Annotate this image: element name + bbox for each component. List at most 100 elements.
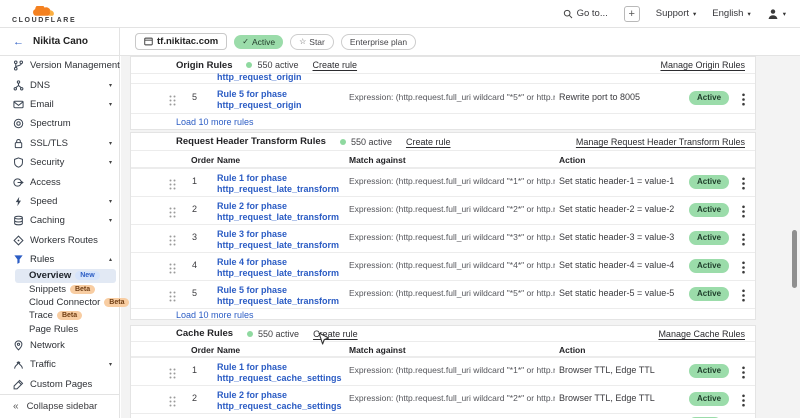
kebab-menu-icon[interactable] (739, 205, 748, 223)
top-navigation-bar: CLOUDFLARE Go to... + Support ▾ English … (0, 0, 800, 28)
sidebar-item-snippets[interactable]: Snippets Beta (15, 283, 116, 296)
back-arrow-icon[interactable]: ← (13, 36, 24, 48)
sidebar-item-version-management[interactable]: Version Management (0, 56, 119, 75)
sidebar-item-overview[interactable]: Overview New (15, 269, 116, 282)
kebab-menu-icon[interactable] (739, 93, 748, 111)
table-row: 1 Rule 1 for phase http_request_late_tra… (131, 168, 755, 196)
domain-name-box: tf.nikitac.com (135, 33, 227, 50)
origin-rules-section: Origin Rules 550 active Create rule Mana… (130, 56, 756, 130)
create-rule-link[interactable]: Create rule (313, 60, 358, 70)
section-title: Cache Rules (176, 328, 233, 339)
sidebar-item-rules[interactable]: Rules ▴ (0, 250, 119, 269)
rule-order: 5 (192, 288, 197, 298)
drag-handle-icon[interactable] (169, 233, 176, 251)
table-column-headers: Order Name Match against Action (131, 151, 755, 168)
section-title: Request Header Transform Rules (176, 136, 326, 147)
active-dot-icon (246, 62, 252, 68)
cloudflare-cloud-icon (32, 6, 56, 16)
email-icon (12, 98, 24, 110)
account-zone-bar: ← Nikita Cano tf.nikitac.com ✓ Active ☆ … (0, 28, 800, 56)
rule-name-link[interactable]: Rule 1 for phase http_request_late_trans… (217, 173, 347, 194)
manage-cache-rules-link[interactable]: Manage Cache Rules (658, 329, 745, 339)
sidebar-item-page-rules[interactable]: Page Rules (15, 322, 116, 335)
kebab-menu-icon[interactable] (739, 261, 748, 279)
create-rule-link[interactable]: Create rule (406, 137, 451, 147)
drag-handle-icon[interactable] (169, 93, 176, 111)
sidebar-item-spectrum[interactable]: Spectrum (0, 114, 119, 133)
rule-expression: Expression: (http.request.full_uri wildc… (349, 260, 555, 270)
sidebar-item-custom-pages[interactable]: Custom Pages (0, 375, 119, 394)
sidebar-item-dns[interactable]: DNS ▾ (0, 75, 119, 94)
user-icon (767, 8, 779, 20)
mouse-cursor (318, 332, 329, 351)
plan-badge: Enterprise plan (341, 34, 416, 50)
chevron-down-icon: ▾ (109, 361, 112, 368)
vertical-scrollbar-thumb[interactable] (792, 230, 797, 288)
status-badge: Active (689, 392, 729, 406)
goto-search[interactable]: Go to... (563, 8, 608, 19)
star-button[interactable]: ☆ Star (290, 34, 334, 50)
sidebar-item-workers-routes[interactable]: Workers Routes (0, 231, 119, 250)
active-count: 550 active (257, 60, 298, 70)
language-menu[interactable]: English ▾ (712, 8, 750, 19)
drag-handle-icon[interactable] (169, 366, 176, 384)
collapse-icon: « (13, 401, 19, 412)
drag-handle-icon[interactable] (169, 394, 176, 412)
sidebar-item-network[interactable]: Network (0, 336, 119, 355)
rule-name-link[interactable]: Rule 3 for phase http_request_late_trans… (217, 229, 347, 250)
sidebar-navigation: Version Management DNS ▾ Email ▾ Spectru… (0, 56, 120, 418)
support-menu[interactable]: Support ▾ (656, 8, 697, 19)
rule-name-link[interactable]: Rule 2 for phase http_request_cache_sett… (217, 390, 347, 411)
add-site-button[interactable]: + (624, 6, 640, 22)
request-header-transform-rules-section: Request Header Transform Rules 550 activ… (130, 132, 756, 320)
drag-handle-icon[interactable] (169, 261, 176, 279)
account-header: ← Nikita Cano (0, 28, 120, 55)
sidebar-item-ssl-tls[interactable]: SSL/TLS ▾ (0, 134, 119, 153)
chevron-down-icon: ▾ (747, 10, 750, 18)
rule-order: 4 (192, 260, 197, 270)
table-row: 3 Rule 3 for phase http_request_late_tra… (131, 224, 755, 252)
rule-name-link[interactable]: Rule 2 for phase http_request_late_trans… (217, 201, 347, 222)
funnel-icon (12, 254, 24, 266)
load-more-rules-link[interactable]: Load 10 more rules (131, 308, 755, 321)
sidebar-item-access[interactable]: Access (0, 172, 119, 191)
sidebar-item-security[interactable]: Security ▾ (0, 153, 119, 172)
sidebar-item-email[interactable]: Email ▾ (0, 95, 119, 114)
kebab-menu-icon[interactable] (739, 177, 748, 195)
cloudflare-logo[interactable]: CLOUDFLARE (12, 6, 76, 24)
drag-handle-icon[interactable] (169, 177, 176, 195)
sidebar-item-caching[interactable]: Caching ▾ (0, 211, 119, 230)
rule-name-link[interactable]: Rule 1 for phase http_request_cache_sett… (217, 362, 347, 383)
status-badge: Active (689, 364, 729, 378)
sidebar-item-traffic[interactable]: Traffic ▾ (0, 355, 119, 374)
kebab-menu-icon[interactable] (739, 394, 748, 412)
active-dot-icon (247, 331, 253, 337)
drag-handle-icon[interactable] (169, 289, 176, 307)
kebab-menu-icon[interactable] (739, 366, 748, 384)
sidebar-item-trace[interactable]: Trace Beta (15, 309, 116, 322)
chevron-down-icon: ▾ (783, 10, 786, 18)
sidebar-item-speed[interactable]: Speed ▾ (0, 192, 119, 211)
cache-rules-header: Cache Rules 550 active Create rule Manag… (131, 326, 755, 342)
rule-order: 1 (192, 176, 197, 186)
drag-handle-icon[interactable] (169, 205, 176, 223)
rule-name-link[interactable]: Rule 5 for phase http_request_origin (217, 89, 347, 110)
user-account-menu[interactable]: ▾ (767, 8, 786, 20)
load-more-rules-link[interactable]: Load 10 more rules (131, 113, 755, 130)
collapse-sidebar-button[interactable]: « Collapse sidebar (0, 394, 119, 418)
sidebar-item-cloud-connector[interactable]: Cloud Connector Beta (15, 296, 116, 309)
status-badge: Active (689, 259, 729, 273)
rule-name-link[interactable]: http_request_origin (217, 73, 302, 82)
support-label: Support (656, 8, 689, 19)
table-row-partial (131, 413, 755, 418)
kebab-menu-icon[interactable] (739, 233, 748, 251)
manage-transform-rules-link[interactable]: Manage Request Header Transform Rules (576, 137, 745, 147)
table-row-partial: http_request_origin (131, 74, 755, 83)
manage-origin-rules-link[interactable]: Manage Origin Rules (660, 60, 745, 70)
rule-expression: Expression: (http.request.full_uri wildc… (349, 176, 555, 186)
rule-action: Set static header-4 = value-4 (559, 260, 685, 270)
workers-icon (12, 234, 24, 246)
rule-name-link[interactable]: Rule 4 for phase http_request_late_trans… (217, 257, 347, 278)
kebab-menu-icon[interactable] (739, 289, 748, 307)
rule-name-link[interactable]: Rule 5 for phase http_request_late_trans… (217, 285, 347, 306)
